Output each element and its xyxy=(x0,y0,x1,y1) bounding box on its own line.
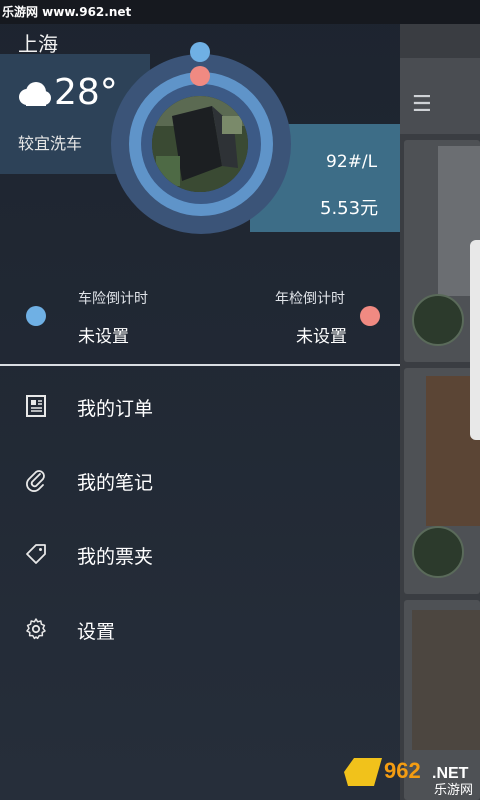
svg-text:乐游网: 乐游网 xyxy=(434,783,473,796)
background-scrollbar[interactable] xyxy=(470,240,480,440)
fuel-price: 5.53元 xyxy=(320,198,379,219)
navigation-drawer: 上海 28° 较宜洗车 92#/L 5.53元 车险倒计时 未设置 年检倒计时 … xyxy=(0,0,400,800)
section-divider xyxy=(0,364,400,366)
hamburger-menu-icon[interactable]: ☰ xyxy=(412,92,432,117)
background-card[interactable] xyxy=(404,368,480,594)
menu-item-notes[interactable]: 我的笔记 xyxy=(0,452,400,512)
cloud-icon xyxy=(19,82,51,106)
svg-text:.NET: .NET xyxy=(432,765,469,782)
menu-item-label: 设置 xyxy=(77,621,116,643)
watermark-text: 乐游网 www.962.net xyxy=(2,5,132,19)
inspection-countdown-label: 年检倒计时 xyxy=(275,291,345,307)
tag-icon xyxy=(26,544,46,564)
inspection-dot xyxy=(360,306,380,326)
inspection-indicator-dot xyxy=(190,66,210,86)
fuel-type: 92#/L xyxy=(326,152,378,172)
gear-icon xyxy=(26,618,46,640)
background-card[interactable] xyxy=(404,140,480,362)
receipt-icon xyxy=(26,395,46,417)
menu-item-settings[interactable]: 设置 xyxy=(0,601,400,661)
inspection-countdown-value[interactable]: 未设置 xyxy=(296,322,347,347)
paperclip-icon xyxy=(26,470,45,492)
temperature: 28° xyxy=(54,72,118,113)
menu-item-orders[interactable]: 我的订单 xyxy=(0,378,400,438)
menu-item-label: 我的订单 xyxy=(77,398,154,420)
watermark-logo: 962 .NET 乐游网 xyxy=(344,758,473,796)
user-avatar[interactable] xyxy=(152,96,248,192)
status-bar: 乐游网 www.962.net xyxy=(0,0,480,24)
insurance-countdown-label: 车险倒计时 xyxy=(78,291,148,307)
insurance-countdown-value[interactable]: 未设置 xyxy=(78,322,129,347)
insurance-indicator-dot xyxy=(190,42,210,62)
city-name[interactable]: 上海 xyxy=(18,28,58,57)
svg-text:962: 962 xyxy=(384,758,421,783)
menu-item-label: 我的票夹 xyxy=(77,546,154,568)
menu-item-label: 我的笔记 xyxy=(77,472,154,494)
insurance-dot xyxy=(26,306,46,326)
car-wash-tip: 较宜洗车 xyxy=(18,134,83,153)
menu-item-tickets[interactable]: 我的票夹 xyxy=(0,526,400,586)
